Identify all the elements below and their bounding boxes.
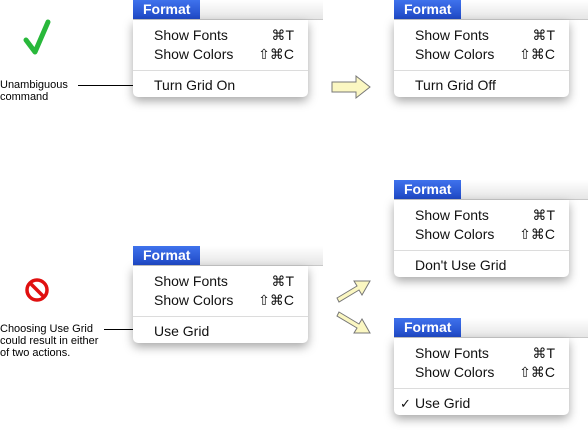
menu-item-label: Show Colors — [415, 226, 495, 242]
menu-panel: Show Fonts ⌘T Show Colors ⇧⌘C Turn Grid … — [394, 20, 569, 97]
menu-item-show-fonts[interactable]: Show Fonts ⌘T — [394, 26, 569, 45]
menu-title[interactable]: Format — [394, 180, 462, 199]
menu-panel: Show Fonts ⌘T Show Colors ⇧⌘C Turn Grid … — [133, 20, 308, 97]
menu-item-show-colors[interactable]: Show Colors ⇧⌘C — [394, 45, 569, 64]
shortcut: ⌘T — [271, 27, 294, 43]
menu-item-use-grid[interactable]: Use Grid — [133, 322, 308, 341]
menu-item-dont-use-grid[interactable]: Don't Use Grid — [394, 256, 569, 275]
menu-item-show-colors[interactable]: Show Colors ⇧⌘C — [133, 45, 308, 64]
shortcut: ⇧⌘C — [519, 46, 555, 62]
menu-panel: Show Fonts ⌘T Show Colors ⇧⌘C ✓ Use Grid — [394, 338, 569, 415]
menu-separator — [133, 70, 308, 71]
shortcut: ⌘T — [532, 345, 555, 361]
menu-separator — [394, 388, 569, 389]
menu-item-show-colors[interactable]: Show Colors ⇧⌘C — [394, 363, 569, 382]
menu-item-show-colors[interactable]: Show Colors ⇧⌘C — [133, 291, 308, 310]
menu-item-label: Show Fonts — [415, 345, 489, 361]
menu-item-label: Show Fonts — [415, 207, 489, 223]
callout-line — [104, 329, 134, 330]
shortcut: ⇧⌘C — [519, 364, 555, 380]
menu-item-label: Use Grid — [154, 323, 210, 339]
menu-separator — [394, 250, 569, 251]
menu-panel: Show Fonts ⌘T Show Colors ⇧⌘C Don't Use … — [394, 200, 569, 277]
menu-title[interactable]: Format — [133, 0, 201, 19]
menu-item-show-fonts[interactable]: Show Fonts ⌘T — [133, 26, 308, 45]
callout-line — [78, 85, 134, 86]
shortcut: ⌘T — [532, 207, 555, 223]
menu-title[interactable]: Format — [394, 318, 462, 337]
shortcut: ⌘T — [271, 273, 294, 289]
shortcut: ⇧⌘C — [258, 292, 294, 308]
menu-item-label: Turn Grid Off — [415, 77, 496, 93]
shortcut: ⇧⌘C — [519, 226, 555, 242]
menu-item-label: Turn Grid On — [154, 77, 236, 93]
menu-panel: Show Fonts ⌘T Show Colors ⇧⌘C Use Grid — [133, 266, 308, 343]
format-menu-grid-off: Format Show Fonts ⌘T Show Colors ⇧⌘C Tur… — [394, 0, 588, 100]
format-menu-dont-use-grid: Format Show Fonts ⌘T Show Colors ⇧⌘C Don… — [394, 180, 588, 280]
menu-item-show-fonts[interactable]: Show Fonts ⌘T — [133, 272, 308, 291]
checkmark-icon: ✓ — [400, 396, 411, 411]
menu-item-show-fonts[interactable]: Show Fonts ⌘T — [394, 206, 569, 225]
menu-item-label: Show Colors — [154, 46, 234, 62]
menu-item-label: Show Colors — [154, 292, 234, 308]
caption-ambiguous: Choosing Use Grid could result in either… — [0, 323, 99, 359]
menu-item-turn-grid-on[interactable]: Turn Grid On — [133, 76, 308, 95]
caption-unambiguous: Unambiguous command — [0, 79, 68, 103]
menu-item-label: Show Colors — [415, 364, 495, 380]
menu-item-show-fonts[interactable]: Show Fonts ⌘T — [394, 344, 569, 363]
menu-separator — [394, 70, 569, 71]
menu-item-label: Show Fonts — [154, 27, 228, 43]
menu-item-label: Show Colors — [415, 46, 495, 62]
menu-title[interactable]: Format — [394, 0, 462, 19]
menu-separator — [133, 316, 308, 317]
menu-title[interactable]: Format — [133, 246, 201, 265]
menu-item-use-grid-checked[interactable]: ✓ Use Grid — [394, 394, 569, 413]
menu-item-label: Use Grid — [415, 395, 471, 411]
menu-item-label: Show Fonts — [415, 27, 489, 43]
format-menu-use-grid-checked: Format Show Fonts ⌘T Show Colors ⇧⌘C ✓ U… — [394, 318, 588, 418]
shortcut: ⇧⌘C — [258, 46, 294, 62]
menu-item-label: Don't Use Grid — [415, 257, 507, 273]
menu-item-label: Show Fonts — [154, 273, 228, 289]
shortcut: ⌘T — [532, 27, 555, 43]
format-menu-use-grid: Format Show Fonts ⌘T Show Colors ⇧⌘C Use… — [133, 246, 323, 346]
format-menu-grid-on: Format Show Fonts ⌘T Show Colors ⇧⌘C Tur… — [133, 0, 323, 100]
menu-item-turn-grid-off[interactable]: Turn Grid Off — [394, 76, 569, 95]
menu-item-show-colors[interactable]: Show Colors ⇧⌘C — [394, 225, 569, 244]
